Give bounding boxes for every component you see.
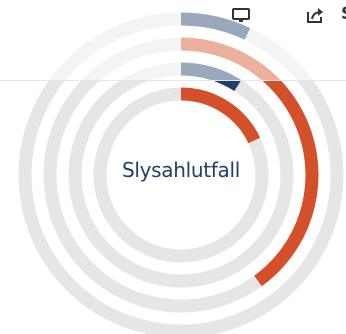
share-label: S (341, 4, 346, 24)
toolbar-overlay (0, 0, 346, 80)
monitor-icon (232, 8, 250, 22)
ring-bar-1[interactable] (180, 87, 261, 144)
present-button[interactable] (230, 6, 252, 24)
radial-chart-widget: S Slysahlutfall (0, 0, 346, 334)
chart-center-label: Slysahlutfall (121, 158, 241, 182)
toolbar-divider (0, 80, 346, 81)
share-button[interactable]: S (304, 2, 346, 24)
share-icon (307, 8, 323, 23)
